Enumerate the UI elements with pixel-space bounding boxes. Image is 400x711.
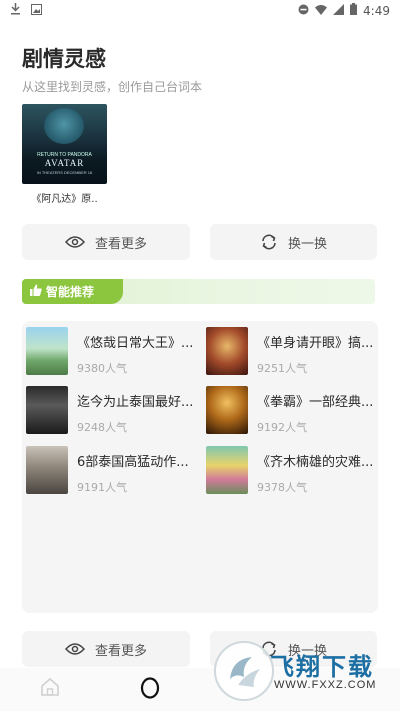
recommend-tag: 智能推荐 [22,279,123,304]
recommend-banner: 智能推荐 [22,279,375,304]
watermark-logo [214,641,274,701]
refresh-icon [260,234,278,250]
wifi-icon [315,4,328,18]
item-thumbnail [26,327,68,375]
shuffle-button[interactable]: 换一换 [210,224,377,260]
page-subtitle: 从这里找到灵感，创作自己台词本 [22,80,203,94]
item-popularity: 9251人气 [257,362,307,375]
page-title: 剧情灵感 [22,47,106,71]
site-watermark: 飞翔下载 WWW.FXXZ.COM [214,641,390,701]
watermark-text: 飞翔下载 [270,653,374,681]
item-popularity: 9191人气 [77,481,127,494]
list-item[interactable]: 《单身请开眼》搞... 9251人气 [202,323,374,375]
item-popularity: 9248人气 [77,421,127,434]
thumbs-up-icon [30,284,42,299]
item-thumbnail [206,327,248,375]
item-thumbnail [26,386,68,434]
download-icon [10,3,21,18]
item-title: 《拳霸》一部经典... [257,395,374,410]
list-item[interactable]: 迄今为止泰国最好... 9248人气 [22,382,194,434]
view-more-label: 查看更多 [94,236,147,252]
item-popularity: 9378人气 [257,481,307,494]
item-title: 《齐木楠雄的灾难... [257,455,374,470]
bottom-view-more-button[interactable]: 查看更多 [22,631,190,667]
clock-time: 4:49 [363,3,390,18]
item-title: 《单身请开眼》搞... [257,336,374,351]
list-item[interactable]: 《悠哉日常大王》... 9380人气 [22,323,194,375]
shuffle-label: 换一换 [287,236,327,252]
item-popularity: 9192人气 [257,421,307,434]
featured-script-card[interactable]: RETURN TO PANDORA AVATAR IN THEATERS DEC… [22,104,107,205]
home-icon[interactable] [40,677,60,701]
circle-icon[interactable] [140,675,160,703]
item-thumbnail [206,386,248,434]
eye-icon [64,643,85,655]
featured-poster: RETURN TO PANDORA AVATAR IN THEATERS DEC… [22,104,107,184]
dnd-icon [298,4,309,18]
recommend-title: 智能推荐 [46,285,95,299]
eye-icon [64,236,85,248]
item-thumbnail [206,446,248,494]
image-icon [31,3,42,18]
battery-icon [350,3,358,18]
featured-caption: 《阿凡达》原.. [31,194,98,205]
item-title: 迄今为止泰国最好... [77,395,194,410]
item-title: 《悠哉日常大王》... [77,336,194,351]
watermark-url: WWW.FXXZ.COM [274,679,377,691]
view-more-button[interactable]: 查看更多 [22,224,190,260]
list-item[interactable]: 《齐木楠雄的灾难... 9378人气 [202,442,374,494]
status-bar: 4:49 [0,0,400,22]
item-thumbnail [26,446,68,494]
bottom-view-more-label: 查看更多 [94,643,147,659]
item-popularity: 9380人气 [77,362,127,375]
item-title: 6部泰国高猛动作... [77,455,189,470]
recommend-list-panel: 《悠哉日常大王》... 9380人气 《单身请开眼》搞... 9251人气 迄今… [22,321,378,613]
list-item[interactable]: 《拳霸》一部经典... 9192人气 [202,382,374,434]
list-item[interactable]: 6部泰国高猛动作... 9191人气 [22,442,194,494]
signal-icon [333,3,345,18]
